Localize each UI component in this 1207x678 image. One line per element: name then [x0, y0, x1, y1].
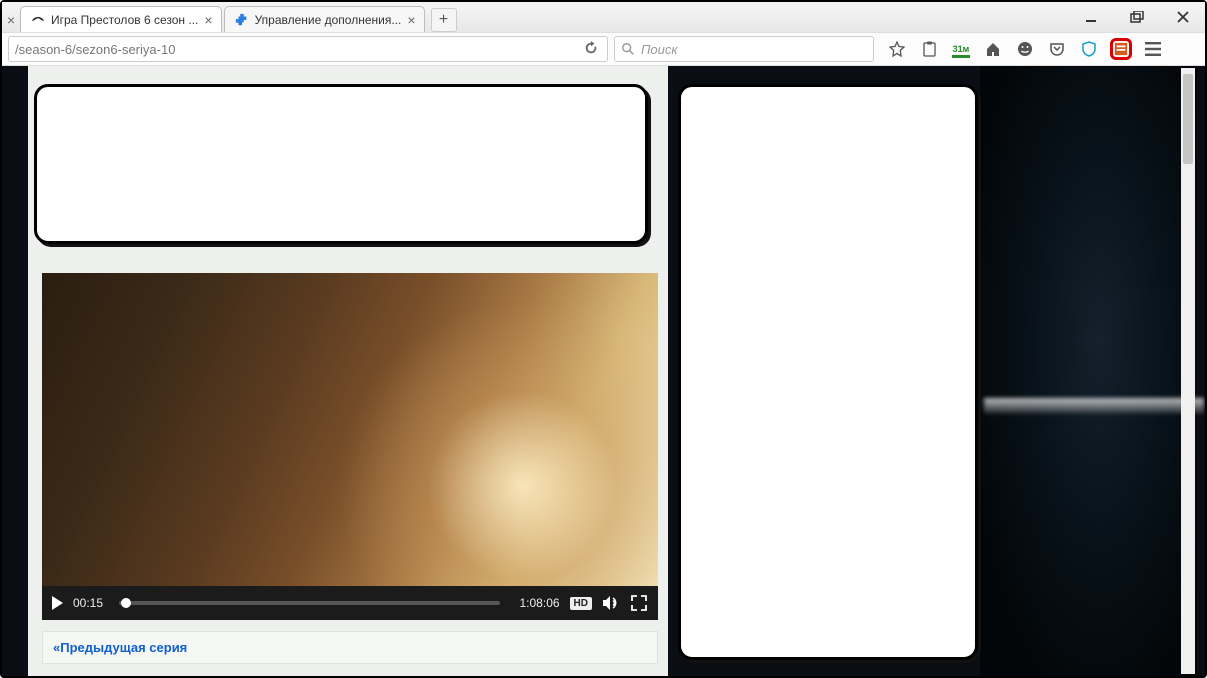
titlebar: × Игра Престолов 6 сезон ... × Управлени…: [2, 2, 1205, 32]
close-icon[interactable]: ×: [407, 12, 415, 28]
prev-episode-link[interactable]: «Предыдущая серия: [53, 640, 187, 655]
video-player: 00:15 1:08:06 HD: [42, 273, 658, 620]
shield-icon[interactable]: [1078, 38, 1100, 60]
time-total: 1:08:06: [510, 596, 560, 610]
tab-title: Игра Престолов 6 сезон ...: [51, 13, 198, 27]
page-scrollbar[interactable]: [1181, 68, 1195, 674]
background-streak: [984, 398, 1204, 414]
window-controls: [1073, 2, 1201, 32]
url-text: /season-6/sezon6-seriya-10: [15, 42, 581, 57]
ad-placeholder-top: [34, 84, 648, 244]
bookmark-star-icon[interactable]: [886, 38, 908, 60]
site-icon: [31, 13, 45, 27]
video-frame[interactable]: [42, 273, 658, 586]
search-icon: [621, 42, 635, 56]
navbar: /season-6/sezon6-seriya-10 Поиск 31м: [2, 32, 1205, 66]
address-bar[interactable]: /season-6/sezon6-seriya-10: [8, 36, 608, 62]
search-placeholder: Поиск: [641, 42, 678, 57]
tab-1[interactable]: × Игра Престолов 6 сезон ... ×: [20, 6, 222, 32]
page-inner: 00:15 1:08:06 HD «Предыдущая серия: [14, 66, 1197, 676]
video-controls: 00:15 1:08:06 HD: [42, 586, 658, 620]
fullscreen-icon[interactable]: [630, 594, 648, 612]
tab-strip: × Игра Престолов 6 сезон ... × Управлени…: [2, 2, 457, 32]
background-art: [980, 66, 1197, 676]
tab-2[interactable]: Управление дополнения... ×: [224, 6, 425, 32]
close-icon[interactable]: ×: [7, 12, 15, 28]
search-box[interactable]: Поиск: [614, 36, 874, 62]
new-tab-button[interactable]: +: [431, 8, 457, 32]
smiley-icon[interactable]: [1014, 38, 1036, 60]
scrollbar-thumb[interactable]: [1183, 74, 1193, 164]
hd-badge[interactable]: HD: [570, 597, 592, 610]
play-button[interactable]: [52, 596, 63, 610]
hamburger-menu-icon[interactable]: [1142, 38, 1164, 60]
savefrom-icon[interactable]: 31м: [950, 38, 972, 60]
addon-icon: [235, 13, 249, 27]
close-window-button[interactable]: [1165, 6, 1201, 28]
toolbar-icons: 31м: [886, 38, 1164, 60]
episode-nav: «Предыдущая серия: [42, 631, 658, 664]
home-icon[interactable]: [982, 38, 1004, 60]
progress-knob[interactable]: [121, 598, 131, 608]
tab-title: Управление дополнения...: [255, 13, 402, 27]
close-icon[interactable]: ×: [204, 12, 212, 28]
progress-bar[interactable]: [119, 601, 500, 605]
page-content: 00:15 1:08:06 HD «Предыдущая серия: [2, 66, 1205, 676]
ad-placeholder-side: [678, 84, 978, 660]
volume-icon[interactable]: [602, 594, 620, 612]
adblock-extension-icon[interactable]: [1110, 38, 1132, 60]
reload-icon[interactable]: [581, 41, 601, 58]
clipboard-icon[interactable]: [918, 38, 940, 60]
time-elapsed: 00:15: [73, 596, 109, 610]
minimize-button[interactable]: [1073, 6, 1109, 28]
pocket-icon[interactable]: [1046, 38, 1068, 60]
maximize-button[interactable]: [1119, 6, 1155, 28]
